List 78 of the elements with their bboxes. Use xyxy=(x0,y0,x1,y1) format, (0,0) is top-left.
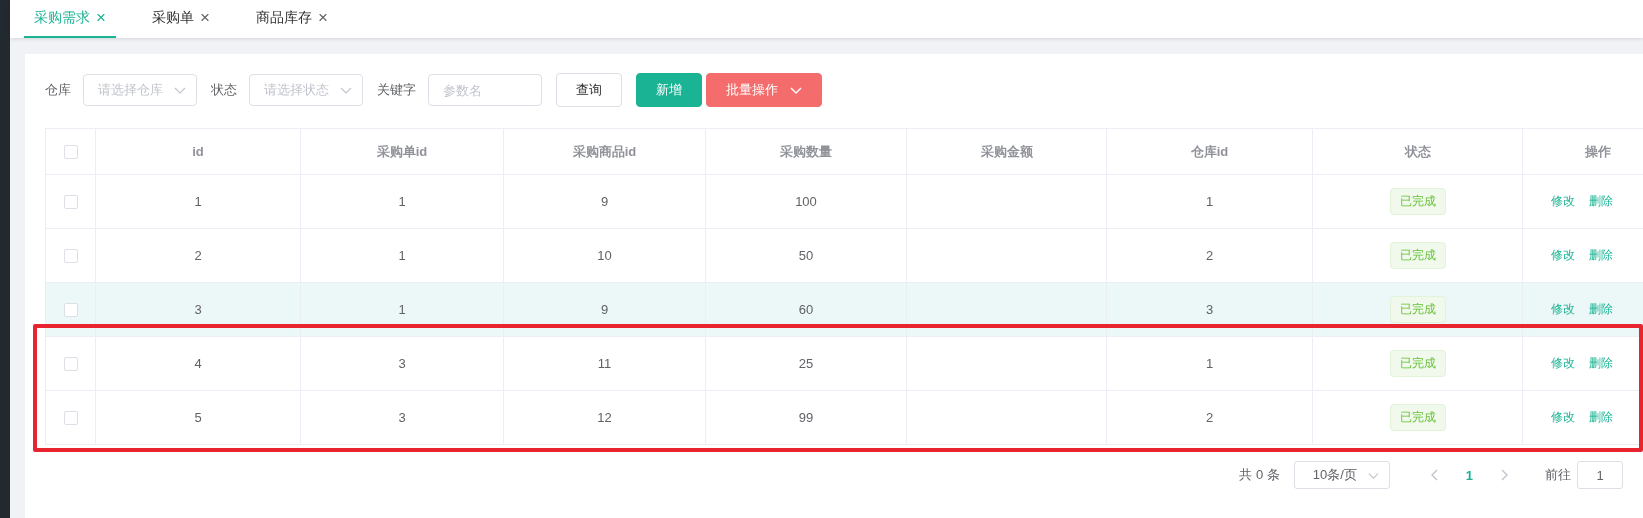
action-link[interactable]: 修改 xyxy=(1551,355,1575,372)
filter-label: 仓库 xyxy=(45,81,71,99)
tab[interactable]: 商品库存 × xyxy=(245,0,338,38)
action-link[interactable]: 删除 xyxy=(1589,247,1613,264)
checkbox[interactable] xyxy=(63,410,78,425)
table-cell: 11 xyxy=(597,356,612,371)
checkbox[interactable] xyxy=(63,248,78,263)
table-cell: 5 xyxy=(194,410,202,425)
status-tag: 已完成 xyxy=(1389,404,1446,431)
keyword-input[interactable]: 参数名 xyxy=(428,74,542,106)
table-cell: 1 xyxy=(398,194,406,209)
table-cell: 1 xyxy=(194,194,202,209)
query-button[interactable]: 查询 xyxy=(556,73,622,107)
column-header: 操作 xyxy=(1523,129,1643,174)
status-tag: 已完成 xyxy=(1389,188,1446,215)
action-link[interactable]: 删除 xyxy=(1589,355,1613,372)
table-cell: 3 xyxy=(1205,302,1214,317)
table-cell: 50 xyxy=(798,248,814,263)
table-row[interactable]: 5 3 12 99 2 已完成 修改 删除 xyxy=(46,391,1643,444)
table-cell: 2 xyxy=(194,248,202,263)
select-field[interactable]: 请选择仓库 xyxy=(83,74,197,106)
page-size-select[interactable]: 10条/页 xyxy=(1293,461,1390,489)
goto-input[interactable]: 1 xyxy=(1577,461,1623,489)
table-cell: 4 xyxy=(194,356,202,371)
close-icon[interactable]: × xyxy=(199,8,210,28)
checkbox[interactable] xyxy=(63,356,78,371)
table-cell: 3 xyxy=(398,410,406,425)
action-link[interactable]: 修改 xyxy=(1551,301,1575,318)
table-cell: 1 xyxy=(398,302,406,317)
table-cell: 9 xyxy=(600,194,609,209)
table-cell: 3 xyxy=(398,356,406,371)
filter-label: 状态 xyxy=(211,81,237,99)
table-cell: 2 xyxy=(1205,248,1214,263)
checkbox[interactable] xyxy=(63,302,78,317)
action-link[interactable]: 删除 xyxy=(1589,193,1613,210)
table-cell: 60 xyxy=(798,302,814,317)
column-header: 采购商品id xyxy=(504,129,706,174)
action-link[interactable]: 删除 xyxy=(1589,301,1613,318)
table-cell: 2 xyxy=(1205,410,1214,425)
table-row[interactable]: 4 3 11 25 1 已完成 修改 删除 xyxy=(46,337,1643,391)
total-count: 共 0 条 xyxy=(1239,466,1280,484)
goto-label: 前往 xyxy=(1545,466,1571,484)
table-row[interactable]: 1 1 9 100 1 已完成 修改 删除 xyxy=(46,175,1643,229)
table-cell: 25 xyxy=(798,356,814,371)
action-link[interactable]: 修改 xyxy=(1551,247,1575,264)
action-link[interactable]: 修改 xyxy=(1551,193,1575,210)
column-header: 状态 xyxy=(1313,129,1523,174)
page-number[interactable]: 1 xyxy=(1455,467,1483,483)
column-header: 仓库id xyxy=(1107,129,1313,174)
select-field[interactable]: 请选择状态 xyxy=(249,74,363,106)
table-cell: 10 xyxy=(597,248,612,263)
tab[interactable]: 采购需求 × xyxy=(24,0,116,38)
table-cell: 9 xyxy=(600,302,609,317)
checkbox[interactable] xyxy=(63,194,78,209)
column-header: 采购数量 xyxy=(706,129,907,174)
table-cell: 100 xyxy=(795,194,817,209)
table-cell: 99 xyxy=(798,410,814,425)
table-cell: 3 xyxy=(194,302,202,317)
close-icon[interactable]: × xyxy=(96,8,106,28)
close-icon[interactable]: × xyxy=(317,8,328,28)
table-cell: 1 xyxy=(1205,194,1214,209)
status-tag: 已完成 xyxy=(1389,296,1446,323)
checkbox[interactable] xyxy=(63,144,78,159)
batch-button[interactable]: 批量操作 xyxy=(706,73,822,107)
action-link[interactable]: 修改 xyxy=(1551,409,1575,426)
column-header: 采购金额 xyxy=(907,129,1107,174)
table-row[interactable]: 3 1 9 60 3 已完成 修改 删除 xyxy=(46,283,1643,337)
tab[interactable]: 采购单 × xyxy=(141,0,220,38)
status-tag: 已完成 xyxy=(1389,350,1446,377)
table-cell: 12 xyxy=(597,410,612,425)
table-cell: 1 xyxy=(1205,356,1214,371)
filter-label: 关键字 xyxy=(377,81,416,99)
table-cell: 1 xyxy=(398,248,406,263)
column-header: 采购单id xyxy=(301,129,504,174)
action-link[interactable]: 删除 xyxy=(1589,409,1613,426)
add-button[interactable]: 新增 xyxy=(636,73,702,107)
column-header: id xyxy=(96,129,301,174)
status-tag: 已完成 xyxy=(1389,242,1446,269)
